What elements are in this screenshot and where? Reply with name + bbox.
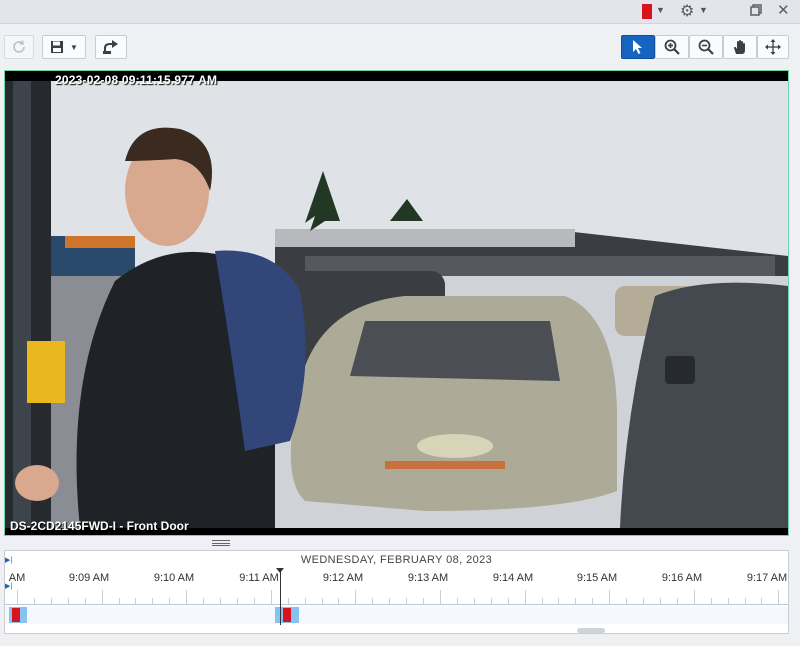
pointer-icon <box>633 40 642 54</box>
ruler-tick <box>33 598 35 604</box>
move-icon <box>765 39 781 55</box>
ruler-tick <box>676 598 678 604</box>
zoom-in-icon <box>664 39 680 55</box>
pan-hand-icon <box>734 40 745 54</box>
ruler-tick <box>84 598 86 604</box>
ruler-tick <box>440 590 441 604</box>
motion-event-marker[interactable] <box>12 608 20 622</box>
time-label: 9:13 AM <box>407 572 449 584</box>
timeline-scrollbar-thumb[interactable] <box>577 628 605 633</box>
pointer-tool-button[interactable] <box>621 35 655 59</box>
time-label: AM <box>8 572 26 584</box>
ruler-tick <box>287 598 289 604</box>
ruler-tick <box>609 590 611 604</box>
export-icon <box>103 40 118 54</box>
toolbar: ▼ <box>0 26 800 68</box>
ruler-tick <box>626 598 628 604</box>
ruler-tick <box>643 598 645 604</box>
ruler-tick <box>592 598 594 604</box>
move-button[interactable] <box>757 35 789 59</box>
save-dropdown-chevron-icon: ▼ <box>70 42 78 52</box>
ruler-tick <box>490 598 492 604</box>
title-bar: ▼ ⚙ ▼ ✕ <box>0 0 800 24</box>
recording-track[interactable] <box>5 606 788 624</box>
timeline-time-labels: AM 9:09 AM 9:10 AM 9:11 AM 9:12 AM 9:13 … <box>5 572 788 588</box>
playhead-handle[interactable] <box>276 568 284 573</box>
zoom-out-icon <box>698 39 714 55</box>
timeline-date: WEDNESDAY, FEBRUARY 08, 2023 <box>300 554 493 566</box>
ruler-tick <box>778 590 780 604</box>
ruler-tick <box>203 598 205 604</box>
ruler-tick <box>236 598 238 604</box>
ruler-tick <box>541 598 543 604</box>
refresh-icon <box>13 40 25 53</box>
ruler-tick <box>710 598 712 604</box>
camera-feed-image <box>5 81 788 528</box>
ruler-tick <box>406 598 408 604</box>
ruler-tick <box>558 598 560 604</box>
ruler-tick <box>67 598 69 604</box>
ruler-tick <box>152 598 154 604</box>
red-flag-icon[interactable] <box>642 4 652 19</box>
gear-icon[interactable]: ⚙ <box>680 1 694 21</box>
time-label: 9:09 AM <box>68 572 110 584</box>
timeline-ruler[interactable] <box>5 589 788 605</box>
time-label: 9:17 AM <box>746 572 788 584</box>
playhead-line[interactable] <box>280 569 281 625</box>
ruler-tick <box>338 598 340 604</box>
ruler-tick <box>169 598 171 604</box>
camera-label: DS-2CD2145FWD-I - Front Door <box>10 519 189 533</box>
ruler-tick <box>524 590 526 604</box>
time-label: 9:15 AM <box>576 572 618 584</box>
ruler-tick <box>423 598 425 604</box>
time-label: 9:16 AM <box>661 572 703 584</box>
save-icon <box>51 41 64 53</box>
timeline-scrollbar[interactable] <box>5 626 788 634</box>
video-timestamp: 2023-02-08 09:11:15.977 AM <box>55 73 218 87</box>
ruler-tick <box>304 598 306 604</box>
ruler-tick <box>270 590 272 604</box>
time-label: 9:10 AM <box>153 572 195 584</box>
settings-dropdown-chevron-icon[interactable]: ▼ <box>699 5 708 15</box>
ruler-tick <box>186 590 188 604</box>
timeline-panel[interactable]: ▶| ▶| WEDNESDAY, FEBRUARY 08, 2023 AM 9:… <box>4 550 789 634</box>
restore-icon[interactable] <box>750 4 762 16</box>
time-label: 9:12 AM <box>322 572 364 584</box>
pan-button[interactable] <box>723 35 757 59</box>
ruler-tick <box>220 598 222 604</box>
ruler-tick <box>321 598 323 604</box>
panel-resize-handle[interactable] <box>212 540 230 546</box>
ruler-tick <box>473 598 475 604</box>
ruler-tick <box>744 598 746 604</box>
time-label: 9:11 AM <box>239 572 279 584</box>
save-button[interactable]: ▼ <box>42 35 86 59</box>
ruler-tick <box>372 598 374 604</box>
ruler-tick <box>135 598 137 604</box>
ruler-tick <box>389 598 391 604</box>
ruler-tick <box>253 598 255 604</box>
ruler-tick <box>659 598 661 604</box>
motion-event-marker[interactable] <box>283 608 291 622</box>
ruler-tick <box>118 598 120 604</box>
ruler-tick <box>17 590 18 604</box>
time-label: 9:14 AM <box>492 572 534 584</box>
ruler-tick <box>456 598 458 604</box>
ruler-tick <box>575 598 577 604</box>
ruler-tick <box>761 598 763 604</box>
ruler-tick <box>50 598 52 604</box>
flag-dropdown-chevron-icon[interactable]: ▼ <box>656 5 665 15</box>
zoom-out-button[interactable] <box>689 35 723 59</box>
ruler-tick <box>101 590 103 604</box>
export-button[interactable] <box>95 35 127 59</box>
ruler-tick <box>355 590 357 604</box>
zoom-in-button[interactable] <box>655 35 689 59</box>
ruler-tick <box>693 590 695 604</box>
refresh-button[interactable] <box>4 35 34 59</box>
close-icon[interactable]: ✕ <box>777 1 790 19</box>
ruler-tick <box>507 598 509 604</box>
ruler-tick <box>727 598 729 604</box>
video-viewport[interactable]: 2023-02-08 09:11:15.977 AM DS-2CD2145FWD… <box>4 70 789 536</box>
